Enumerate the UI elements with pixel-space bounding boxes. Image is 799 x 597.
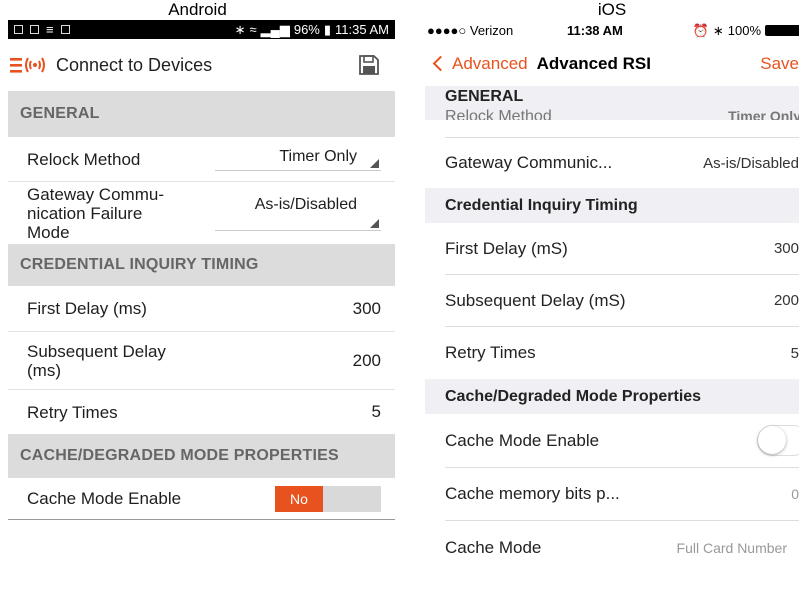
gateway-communication-row[interactable]: Gateway Communic... As-is/Disabled	[445, 138, 799, 188]
carrier: ●●●●○ Verizon	[427, 23, 514, 38]
bluetooth-icon: ∗	[712, 22, 724, 38]
ios-screen: ●●●●○ Verizon 11:38 AM ⏰ ∗ 100% Advanced…	[425, 20, 799, 597]
cache-mode-enable-switch[interactable]	[757, 425, 799, 456]
cache-mode-label: Cache Mode	[445, 538, 542, 557]
android-screen: ≡ ∗ ≈ ▂▄▆ 96% ▮ 11:35 AM Connect to Devi…	[8, 20, 395, 597]
cache-memory-bits-label: Cache memory bits p...	[445, 484, 620, 503]
back-button-label: Advanced	[452, 53, 528, 73]
subsequent-delay-row[interactable]: Subsequent Delay (mS) 200	[445, 275, 799, 327]
section-header-credential-timing: Credential Inquiry Timing	[425, 188, 799, 223]
bluetooth-icon: ∗	[234, 21, 246, 37]
gateway-failure-row[interactable]: Gateway Commu- nication Failure Mode As-…	[8, 182, 395, 244]
gallery-icon	[14, 25, 23, 34]
gateway-communication-value[interactable]: As-is/Disabled	[703, 155, 799, 172]
cache-memory-bits-row[interactable]: Cache memory bits p... 0	[445, 468, 799, 521]
section-header-credential-timing: CREDENTIAL INQUIRY TIMING	[8, 244, 395, 286]
gateway-communication-label: Gateway Communic...	[445, 153, 613, 172]
notification-icons: ≡	[14, 22, 70, 37]
ios-caption: iOS	[597, 0, 627, 19]
first-delay-row[interactable]: First Delay (mS) 300	[445, 223, 799, 275]
cache-mode-row[interactable]: Cache Mode Full Card Number	[445, 521, 799, 575]
section-header-cache: CACHE/DEGRADED MODE PROPERTIES	[8, 434, 395, 478]
retry-times-row[interactable]: Retry Times 5	[8, 390, 395, 434]
battery-icon	[765, 25, 799, 36]
android-caption: Android	[168, 0, 227, 19]
first-delay-row[interactable]: First Delay (ms) 300	[8, 286, 395, 332]
subsequent-delay-label: Subsequent Delay (ms)	[27, 341, 166, 380]
signal-icon: ▂▄▆	[260, 21, 290, 37]
battery-level: 100%	[727, 23, 761, 38]
section-header-general-title: GENERAL	[445, 88, 524, 105]
gateway-failure-spinner[interactable]: As-is/Disabled	[215, 196, 381, 231]
retry-times-value[interactable]: 5	[791, 345, 799, 362]
first-delay-label: First Delay (ms)	[27, 299, 147, 318]
subsequent-delay-row[interactable]: Subsequent Delay (ms) 200	[8, 332, 395, 390]
wifi-icon: ≈	[249, 22, 257, 37]
section-header-general: GENERAL Relock Method Timer Only	[425, 86, 799, 120]
subsequent-delay-label: Subsequent Delay (mS)	[445, 290, 626, 310]
first-delay-value[interactable]: 300	[353, 299, 381, 319]
save-button[interactable]: Save	[760, 54, 799, 74]
ios-nav-bar: Advanced Advanced RSI Save	[425, 41, 799, 86]
subsequent-delay-value[interactable]: 200	[774, 292, 799, 309]
relock-method-label: Relock Method	[27, 149, 141, 169]
voicemail-icon: ≡	[46, 22, 54, 37]
relock-method-row-remainder	[445, 120, 799, 138]
status-time: 11:35 AM	[335, 22, 389, 37]
cache-mode-enable-label: Cache Mode Enable	[27, 489, 182, 508]
first-delay-value[interactable]: 300	[774, 240, 799, 257]
nav-title: Advanced RSI	[536, 53, 651, 73]
cache-mode-enable-label: Cache Mode Enable	[445, 430, 600, 450]
relock-method-label-partial: Relock Method	[445, 108, 552, 120]
retry-times-label: Retry Times	[445, 343, 536, 362]
chevron-left-icon	[432, 55, 449, 72]
android-status-bar: ≡ ∗ ≈ ▂▄▆ 96% ▮ 11:35 AM	[8, 20, 395, 39]
cache-memory-bits-value[interactable]: 0	[791, 486, 799, 502]
subsequent-delay-value[interactable]: 200	[353, 351, 381, 371]
gateway-failure-label: Gateway Commu- nication Failure Mode	[27, 184, 164, 242]
back-button[interactable]: Advanced	[431, 54, 528, 74]
cache-mode-enable-row[interactable]: Cache Mode Enable No	[8, 478, 395, 520]
cache-mode-enable-row[interactable]: Cache Mode Enable	[445, 414, 799, 468]
status-time: 11:38 AM	[567, 23, 623, 38]
ios-status-bar: ●●●●○ Verizon 11:38 AM ⏰ ∗ 100%	[425, 20, 799, 41]
cache-mode-enable-toggle[interactable]: No	[275, 485, 381, 512]
comparison-page: Android iOS ≡ ∗ ≈ ▂▄▆ 96% ▮ 11:35 AM Con…	[0, 0, 799, 597]
toolbar-title: Connect to Devices	[56, 54, 213, 75]
relock-method-value-partial: Timer Only	[728, 108, 799, 120]
menu-logo-icon[interactable]	[10, 53, 50, 77]
alarm-icon: ⏰	[692, 22, 709, 38]
retry-times-label: Retry Times	[27, 402, 118, 422]
switch-thumb	[758, 426, 786, 454]
section-header-cache: Cache/Degraded Mode Properties	[425, 379, 799, 414]
save-icon[interactable]	[357, 53, 381, 77]
retry-times-value[interactable]: 5	[372, 402, 381, 422]
battery-icon: ▮	[323, 21, 332, 37]
retry-times-row[interactable]: Retry Times 5	[445, 327, 799, 379]
android-toolbar: Connect to Devices	[8, 39, 395, 91]
battery-level: 96%	[293, 22, 320, 37]
section-header-general: GENERAL	[8, 91, 395, 137]
image-icon	[30, 25, 39, 34]
toggle-state-label: No	[275, 485, 323, 512]
cache-mode-value[interactable]: Full Card Number	[677, 540, 787, 556]
relock-method-spinner[interactable]: Timer Only	[215, 148, 381, 171]
first-delay-label: First Delay (mS)	[445, 238, 568, 258]
calendar-icon	[60, 25, 70, 34]
relock-method-row[interactable]: Relock Method Timer Only	[8, 137, 395, 182]
